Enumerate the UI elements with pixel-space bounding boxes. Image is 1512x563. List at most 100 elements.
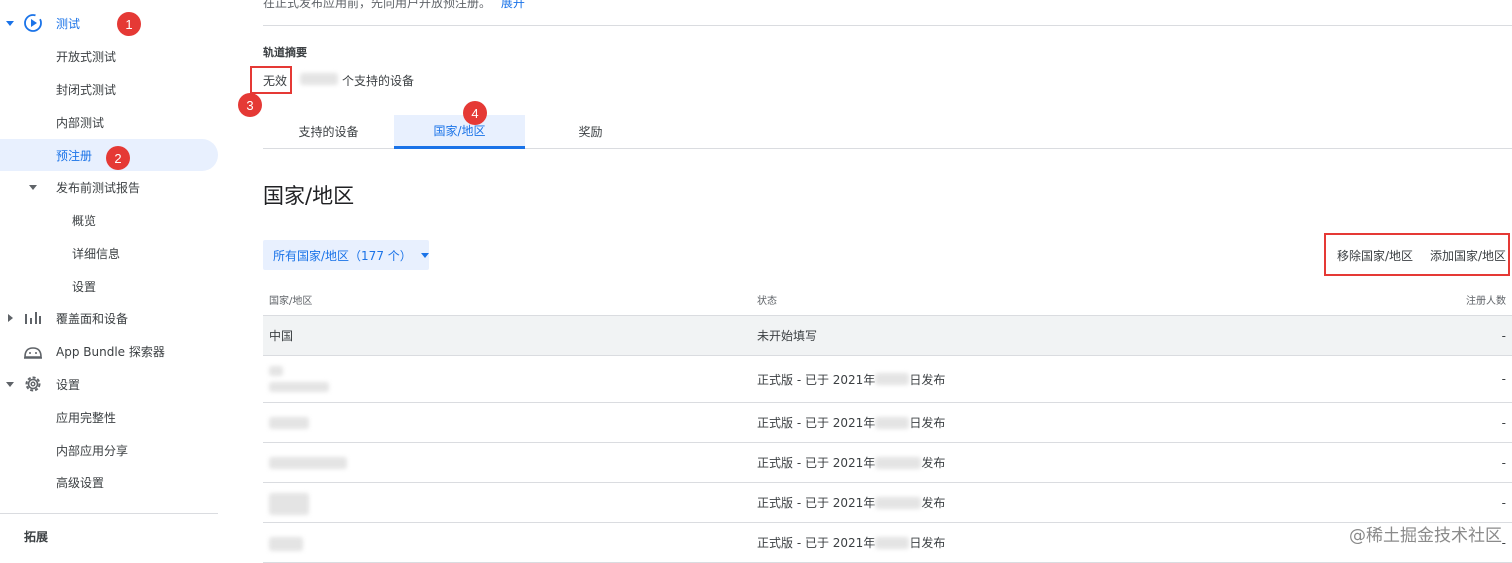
sidebar-item-label: 高级设置 [56,475,105,490]
redacted-count [300,73,338,85]
count-cell: - [1501,455,1506,470]
redacted-country [269,366,283,376]
sidebar-item-report-settings[interactable]: 设置 [0,270,218,302]
expand-link[interactable]: 展开 [501,0,525,10]
status-cell: 正式版 - 已于 2021年 日发布 [757,403,945,442]
chevron-down-icon[interactable] [29,185,37,190]
redacted-country [269,537,303,551]
count-cell: - [1501,328,1506,343]
filter-label: 所有国家/地区（177 个） [273,248,412,263]
description-text: 在正式发布应用前，先向用户开放预注册。 [263,0,492,10]
status-text-tail: 发布 [921,456,946,470]
sidebar-item-internal-sharing[interactable]: 内部应用分享 [0,434,218,466]
table-row[interactable]: 正式版 - 已于 2021年 日发布 - [263,523,1512,563]
status-text-tail: 日发布 [909,416,946,430]
tab-bar: 支持的设备 国家/地区 奖励 [263,115,1512,149]
sidebar-item-testing[interactable]: 测试 [0,7,218,39]
sidebar-item-label: 详细信息 [72,246,121,261]
sidebar-item-label: 预注册 [56,148,93,163]
section-divider [263,25,1512,26]
sidebar-item-open-testing[interactable]: 开放式测试 [0,40,218,72]
track-summary-label: 轨道摘要 [263,46,307,59]
status-text: 正式版 - 已于 2021年 [757,416,876,430]
sidebar-item-label: 概览 [72,213,97,228]
sidebar-item-settings[interactable]: 设置 [0,368,218,400]
sidebar-item-label: 测试 [56,16,81,31]
count-cell: - [1501,415,1506,430]
sidebar-item-label: 覆盖面和设备 [56,311,129,326]
sidebar-item-internal-testing[interactable]: 内部测试 [0,106,218,138]
tab-supported-devices[interactable]: 支持的设备 [263,115,394,148]
count-cell: - [1501,372,1506,386]
redacted-date [875,416,910,429]
sidebar-item-bundle-explorer[interactable]: App Bundle 探索器 [0,335,218,367]
play-circle-icon [24,14,42,32]
table-row[interactable]: 正式版 - 已于 2021年 发布 - [263,443,1512,483]
annotation-badge-2: 2 [106,146,130,170]
sidebar: 测试 1 开放式测试 封闭式测试 内部测试 预注册 2 发布前测试报告 概览 详… [0,0,232,554]
status-text: 正式版 - 已于 2021年 [757,536,876,550]
table-header: 国家/地区 状态 注册人数 [263,284,1512,316]
status-text: 正式版 - 已于 2021年 [757,456,876,470]
redacted-country [269,417,309,429]
sidebar-item-app-integrity[interactable]: 应用完整性 [0,401,218,433]
sidebar-item-label: 内部测试 [56,115,105,130]
table-row[interactable]: 中国 未开始填写 - [263,316,1512,356]
chevron-down-icon[interactable] [6,382,14,387]
sidebar-item-label: 设置 [56,377,81,392]
sidebar-item-closed-testing[interactable]: 封闭式测试 [0,73,218,105]
tab-countries[interactable]: 国家/地区 [394,115,525,149]
android-icon [24,347,42,359]
status-cell: 正式版 - 已于 2021年 发布 [757,443,945,482]
gear-icon [25,376,41,392]
section-title: 国家/地区 [263,184,355,208]
sidebar-item-details[interactable]: 详细信息 [0,237,218,269]
sidebar-item-overview[interactable]: 概览 [0,204,218,236]
sidebar-item-extensions[interactable]: 拓展 [0,520,218,552]
sidebar-item-label: 内部应用分享 [56,443,129,458]
bar-chart-icon [25,312,41,324]
redacted-date [875,496,922,509]
main-content: 在正式发布应用前，先向用户开放预注册。 展开 轨道摘要 无效 个支持的设备 3 … [232,0,1512,563]
sidebar-divider [0,513,218,514]
sidebar-item-advanced-settings[interactable]: 高级设置 [0,466,218,498]
status-text: 正式版 - 已于 2021年 [757,372,876,387]
status-cell: 正式版 - 已于 2021年 日发布 [757,356,945,402]
country-filter-dropdown[interactable]: 所有国家/地区（177 个） [263,240,429,270]
status-text-tail: 日发布 [909,536,946,550]
remove-country-button[interactable]: 移除国家/地区 [1337,247,1413,264]
table-row[interactable]: 正式版 - 已于 2021年 发布 - [263,483,1512,523]
annotation-badge-3: 3 [238,93,262,117]
redacted-date [875,456,922,469]
status-text-tail: 日发布 [909,372,946,387]
sidebar-item-pre-launch-report[interactable]: 发布前测试报告 [0,171,218,203]
sidebar-item-label: 应用完整性 [56,410,117,425]
annotation-box-3 [250,66,292,94]
status-text-tail: 发布 [921,496,946,510]
redacted-country [269,457,347,469]
chevron-down-icon[interactable] [6,21,14,26]
status-cell: 未开始填写 [757,329,818,343]
tab-rewards[interactable]: 奖励 [525,115,656,148]
count-cell: - [1501,495,1506,510]
sidebar-item-label: 设置 [72,279,97,294]
add-country-button[interactable]: 添加国家/地区 [1430,247,1506,264]
pre-registration-description: 在正式发布应用前，先向用户开放预注册。 展开 [263,0,525,11]
redacted-country [269,382,329,392]
status-cell: 正式版 - 已于 2021年 日发布 [757,523,945,562]
watermark: @稀土掘金技术社区 [1349,526,1502,546]
annotation-badge-4: 4 [463,101,487,125]
column-header-status[interactable]: 状态 [757,284,777,315]
chevron-right-icon[interactable] [8,314,13,322]
redacted-country [269,493,309,515]
redacted-date [875,373,910,385]
table-row[interactable]: 正式版 - 已于 2021年 日发布 - [263,403,1512,443]
annotation-badge-1: 1 [117,12,141,36]
table-row[interactable]: 正式版 - 已于 2021年 日发布 - [263,356,1512,403]
sidebar-item-reach-devices[interactable]: 覆盖面和设备 [0,302,218,334]
sidebar-item-label: App Bundle 探索器 [56,344,165,359]
column-header-country[interactable]: 国家/地区 [269,284,312,315]
sidebar-item-label: 封闭式测试 [56,82,117,97]
chevron-down-icon [421,252,429,258]
column-header-registrations[interactable]: 注册人数 [1466,284,1506,315]
